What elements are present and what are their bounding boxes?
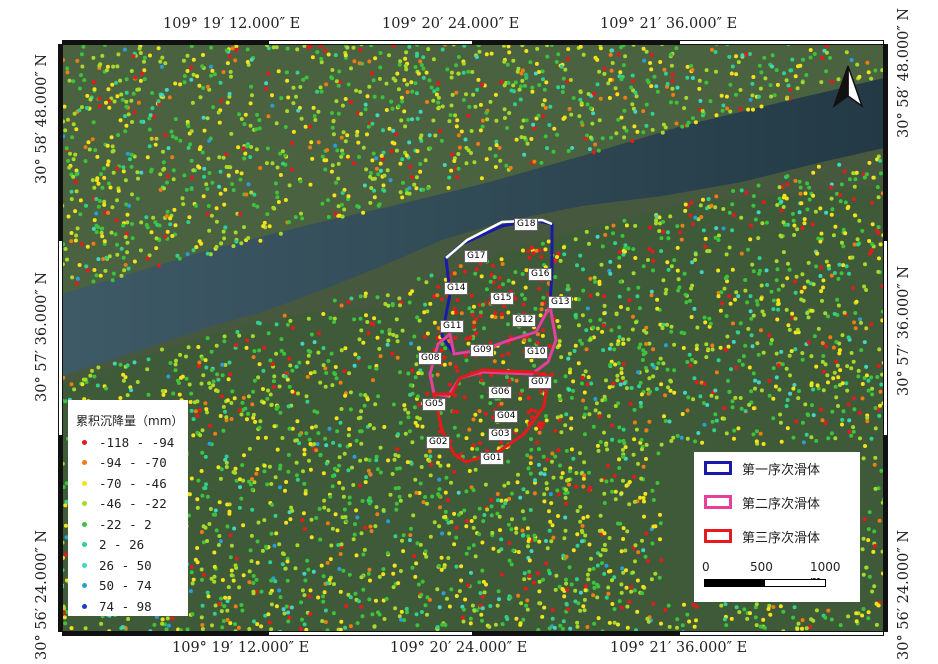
neatline-band xyxy=(678,40,884,45)
top-coord-1: 109° 19′ 12.000″ E xyxy=(163,16,301,32)
neatline-band xyxy=(473,631,679,636)
slide-legend-row-third: 第三序次滑体 xyxy=(704,524,820,548)
neatline-band xyxy=(62,631,268,636)
slide-legend: 第一序次滑体 第二序次滑体 第三序次滑体 0 500 1000 m xyxy=(694,452,860,602)
legend-label: 50 - 74 xyxy=(99,578,152,593)
point-label-g06[interactable]: G06 xyxy=(488,386,513,399)
legend-dot xyxy=(82,542,87,547)
point-label-g11[interactable]: G11 xyxy=(440,320,465,333)
point-label-g01[interactable]: G01 xyxy=(480,452,505,465)
right-coord-3: 30° 56′ 24.000″ N xyxy=(896,529,912,660)
top-coord-2: 109° 20′ 24.000″ E xyxy=(382,16,520,32)
neatline-band xyxy=(267,631,473,636)
point-label-g09[interactable]: G09 xyxy=(470,344,495,357)
slide-swatch-third xyxy=(704,529,732,543)
point-label-g12[interactable]: G12 xyxy=(512,314,537,327)
point-label-g17[interactable]: G17 xyxy=(464,250,489,263)
legend-label: 2 - 26 xyxy=(99,537,145,552)
bottom-coord-2: 109° 20′ 24.000″ E xyxy=(390,640,528,656)
legend-row: -22 - 2 xyxy=(82,514,152,534)
scale-label-0: 0 xyxy=(702,560,710,574)
left-coord-3: 30° 56′ 24.000″ N xyxy=(34,529,50,660)
neatline-band xyxy=(62,40,268,45)
legend-row: -46 - -22 xyxy=(82,494,167,514)
slide-label-second: 第二序次滑体 xyxy=(742,496,821,512)
top-coord-3: 109° 21′ 36.000″ E xyxy=(600,16,738,32)
legend-row: -70 - -46 xyxy=(82,473,167,493)
slide-legend-row-first: 第一序次滑体 xyxy=(704,456,820,480)
point-label-g10[interactable]: G10 xyxy=(524,346,549,359)
point-label-g16[interactable]: G16 xyxy=(528,268,553,281)
right-coord-2: 30° 57′ 36.000″ N xyxy=(896,265,912,396)
neatline-band xyxy=(678,631,884,636)
legend-row: -94 - -70 xyxy=(82,453,167,473)
point-label-g04[interactable]: G04 xyxy=(494,410,519,423)
point-label-g02[interactable]: G02 xyxy=(426,436,451,449)
north-arrow-icon xyxy=(832,65,864,108)
slide-label-third: 第三序次滑体 xyxy=(742,530,821,546)
legend-row: 74 - 98 xyxy=(82,596,152,616)
right-coord-1: 30° 58′ 48.000″ N xyxy=(896,7,912,138)
point-label-g08[interactable]: G08 xyxy=(418,352,443,365)
scale-bar xyxy=(704,579,826,587)
legend-title: 累积沉降量（mm） xyxy=(76,414,184,428)
point-label-g03[interactable]: G03 xyxy=(488,428,513,441)
slide-legend-row-second: 第二序次滑体 xyxy=(704,490,820,514)
legend-label: 74 - 98 xyxy=(99,598,152,614)
settlement-legend: 累积沉降量（mm） -118 - -94 -94 - -70 -70 - -46 -4… xyxy=(68,400,188,616)
left-coord-1: 30° 58′ 48.000″ N xyxy=(34,53,50,184)
neatline-band xyxy=(267,40,473,45)
point-label-g13[interactable]: G13 xyxy=(548,296,573,309)
legend-row: -118 - -94 xyxy=(82,432,174,452)
legend-row: 2 - 26 xyxy=(82,535,144,555)
legend-dot xyxy=(82,439,87,445)
neatline-band xyxy=(883,44,888,240)
map-canvas[interactable]: G18 G17 G16 G14 G15 G13 G11 G12 G09 G10 … xyxy=(62,44,884,632)
scale-labels: 0 500 1000 m xyxy=(702,560,852,588)
left-coord-2: 30° 57′ 36.000″ N xyxy=(34,271,50,402)
bottom-coord-3: 109° 21′ 36.000″ E xyxy=(610,640,748,656)
point-label-g07[interactable]: G07 xyxy=(528,376,553,389)
legend-dot xyxy=(82,521,87,527)
neatline-band xyxy=(883,240,888,436)
point-label-g05[interactable]: G05 xyxy=(422,398,447,411)
legend-label: 26 - 50 xyxy=(99,557,152,573)
slide-swatch-first xyxy=(704,461,732,475)
legend-dot xyxy=(82,460,87,465)
point-label-g14[interactable]: G14 xyxy=(444,282,469,295)
point-label-g15[interactable]: G15 xyxy=(490,292,515,305)
bottom-coord-1: 109° 19′ 12.000″ E xyxy=(172,640,310,656)
legend-row: 50 - 74 xyxy=(82,576,152,596)
slide-swatch-second xyxy=(704,495,732,509)
legend-label: -94 - -70 xyxy=(99,455,167,470)
legend-dot xyxy=(82,480,87,486)
legend-label: -22 - 2 xyxy=(99,516,152,532)
slide-label-first: 第一序次滑体 xyxy=(742,462,821,478)
neatline-band xyxy=(58,44,63,240)
legend-row: 26 - 50 xyxy=(82,555,152,575)
neatline-band xyxy=(883,436,888,632)
scale-label-500: 500 xyxy=(750,560,773,574)
legend-label: -46 - -22 xyxy=(99,496,167,511)
point-label-g18[interactable]: G18 xyxy=(514,218,539,231)
legend-dot xyxy=(82,603,87,609)
legend-dot xyxy=(82,501,87,506)
neatline-band xyxy=(58,436,63,632)
legend-label: -70 - -46 xyxy=(99,475,167,491)
neatline-band xyxy=(473,40,679,45)
legend-label: -118 - -94 xyxy=(99,434,175,450)
neatline-band xyxy=(58,240,63,436)
legend-dot xyxy=(82,583,87,588)
legend-dot xyxy=(82,562,87,568)
